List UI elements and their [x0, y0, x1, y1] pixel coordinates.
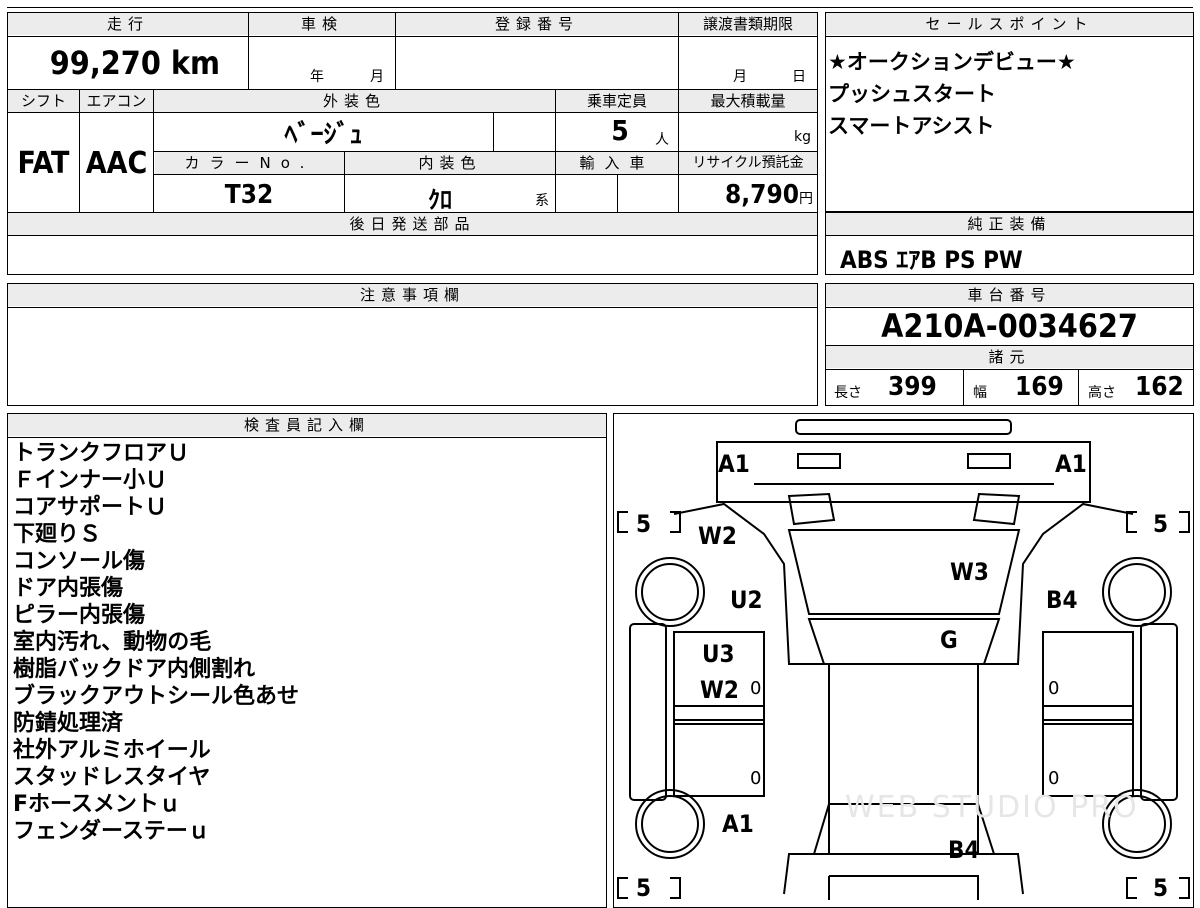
- tire-depth-fr: 5: [1153, 510, 1169, 538]
- exterior-color-value: ﾍﾞｰｼﾞｭ: [284, 120, 363, 150]
- width-label: 幅: [973, 385, 987, 401]
- car-diagram: [617, 419, 1190, 900]
- inspector-line: 室内汚れ、動物の毛: [13, 630, 212, 655]
- capacity-header: 乗車定員: [556, 90, 678, 112]
- length-label: 長さ: [834, 385, 862, 401]
- inspector-line: コンソール傷: [13, 549, 146, 574]
- transfer-day-label: 日: [792, 69, 806, 85]
- inspector-line: フェンダーステーｕ: [13, 819, 210, 844]
- height-label: 高さ: [1088, 385, 1116, 401]
- sales-points-header: セールスポイント: [826, 13, 1193, 35]
- door-zero-rr: 0: [1048, 768, 1060, 789]
- inspector-line: コアサポートＵ: [13, 495, 168, 520]
- capacity-value: 5: [611, 114, 629, 147]
- color-no-value: T32: [224, 180, 274, 210]
- recycle-fee-header: リサイクル預託金: [679, 152, 817, 174]
- capacity-unit: 人: [655, 132, 669, 148]
- mark-left-door-2: W2: [700, 676, 739, 704]
- inspector-line: ドア内張傷: [13, 576, 124, 601]
- tire-depth-fl: 5: [636, 510, 652, 538]
- interior-color-header: 内装色: [345, 152, 555, 174]
- registration-header: 登録番号: [396, 13, 678, 35]
- length-value: 399: [888, 372, 937, 402]
- recycle-fee-unit: 円: [799, 191, 813, 207]
- mark-roof: G: [940, 626, 958, 654]
- inspector-line: トランクフロアＵ: [13, 441, 190, 466]
- interior-suffix: 系: [535, 193, 549, 209]
- exterior-color-header: 外装色: [154, 90, 555, 112]
- deferred-parts-header: 後日発送部品: [8, 213, 817, 235]
- inspector-line: スタッドレスタイヤ: [13, 765, 211, 790]
- inspector-line: Ｆインナー小Ｕ: [13, 468, 168, 493]
- standard-equipment-value: ABS ｴｱB PS PW: [840, 246, 1023, 274]
- mark-left-door-1: U3: [702, 640, 735, 668]
- door-zero-lr: 0: [750, 768, 762, 789]
- width-value: 169: [1015, 372, 1064, 402]
- mileage-unit: km: [170, 44, 220, 82]
- tire-depth-rl: 5: [636, 874, 652, 902]
- inspector-line: ブラックアウトシール色あせ: [13, 684, 300, 709]
- mark-left-fender: U2: [730, 586, 763, 614]
- mark-windshield: W3: [950, 558, 989, 586]
- inspector-line: 樹脂バックドア内側割れ: [13, 657, 256, 682]
- specs-header: 諸元: [826, 346, 1193, 368]
- mark-front-left: A1: [718, 450, 750, 478]
- inspector-line: Fホースメントｕ: [13, 792, 181, 817]
- inspector-line: 下廻りＳ: [13, 522, 102, 547]
- shift-value: FAT: [17, 146, 70, 181]
- mileage-header: 走行: [8, 13, 248, 35]
- chassis-number: A210A-0034627: [881, 307, 1138, 345]
- max-load-header: 最大積載量: [679, 90, 817, 112]
- mileage-number: 99,270: [49, 44, 161, 82]
- tire-depth-rr: 5: [1153, 874, 1169, 902]
- sales-point-2: プッシュスタート: [828, 82, 996, 106]
- door-zero-lf: 0: [750, 678, 762, 699]
- standard-equipment-header: 純正装備: [826, 213, 1193, 235]
- watermark: WEB STUDIO PRO: [845, 790, 1139, 825]
- color-no-header: カラーNo.: [155, 152, 344, 174]
- mark-rear-center: B4: [948, 836, 980, 864]
- inspector-list: トランクフロアＵ Ｆインナー小Ｕ コアサポートＵ 下廻りＳ コンソール傷 ドア内…: [13, 440, 603, 845]
- inspector-line: 防錆処理済: [13, 711, 124, 736]
- sales-point-1: ★オークションデビュー★: [828, 50, 1076, 74]
- shift-header: シフト: [8, 90, 79, 112]
- import-header: 輸入車: [556, 152, 678, 174]
- max-load-unit: kg: [794, 129, 811, 145]
- inspector-line: ピラー内張傷: [13, 603, 146, 628]
- aircon-value: AAC: [85, 146, 148, 181]
- chassis-header: 車台番号: [826, 284, 1193, 306]
- mileage-value: 99,270 km: [20, 44, 220, 82]
- mark-right-fender: B4: [1046, 586, 1078, 614]
- top-cutoff-row: [7, 0, 1193, 8]
- mark-front-right: A1: [1055, 450, 1087, 478]
- inspection-month-label: 月: [370, 69, 384, 85]
- transfer-deadline-header: 譲渡書類期限: [679, 13, 817, 35]
- inspector-line: 社外アルミホイール: [13, 738, 211, 763]
- door-zero-rf: 0: [1048, 678, 1060, 699]
- sales-point-3: スマートアシスト: [828, 114, 995, 138]
- height-value: 162: [1135, 372, 1184, 402]
- inspection-header: 車検: [249, 13, 395, 35]
- notes-header: 注意事項欄: [8, 284, 817, 306]
- interior-color-value: ｸﾛ: [428, 186, 452, 214]
- aircon-header: エアコン: [80, 90, 153, 112]
- transfer-month-label: 月: [733, 69, 747, 85]
- mark-hood-left: W2: [698, 522, 737, 550]
- inspection-year-label: 年: [310, 69, 324, 85]
- recycle-fee-value: 8,790円: [679, 180, 813, 210]
- recycle-fee-number: 8,790: [725, 180, 799, 210]
- inspector-header: 検査員記入欄: [8, 414, 606, 436]
- mark-rear-left: A1: [722, 810, 754, 838]
